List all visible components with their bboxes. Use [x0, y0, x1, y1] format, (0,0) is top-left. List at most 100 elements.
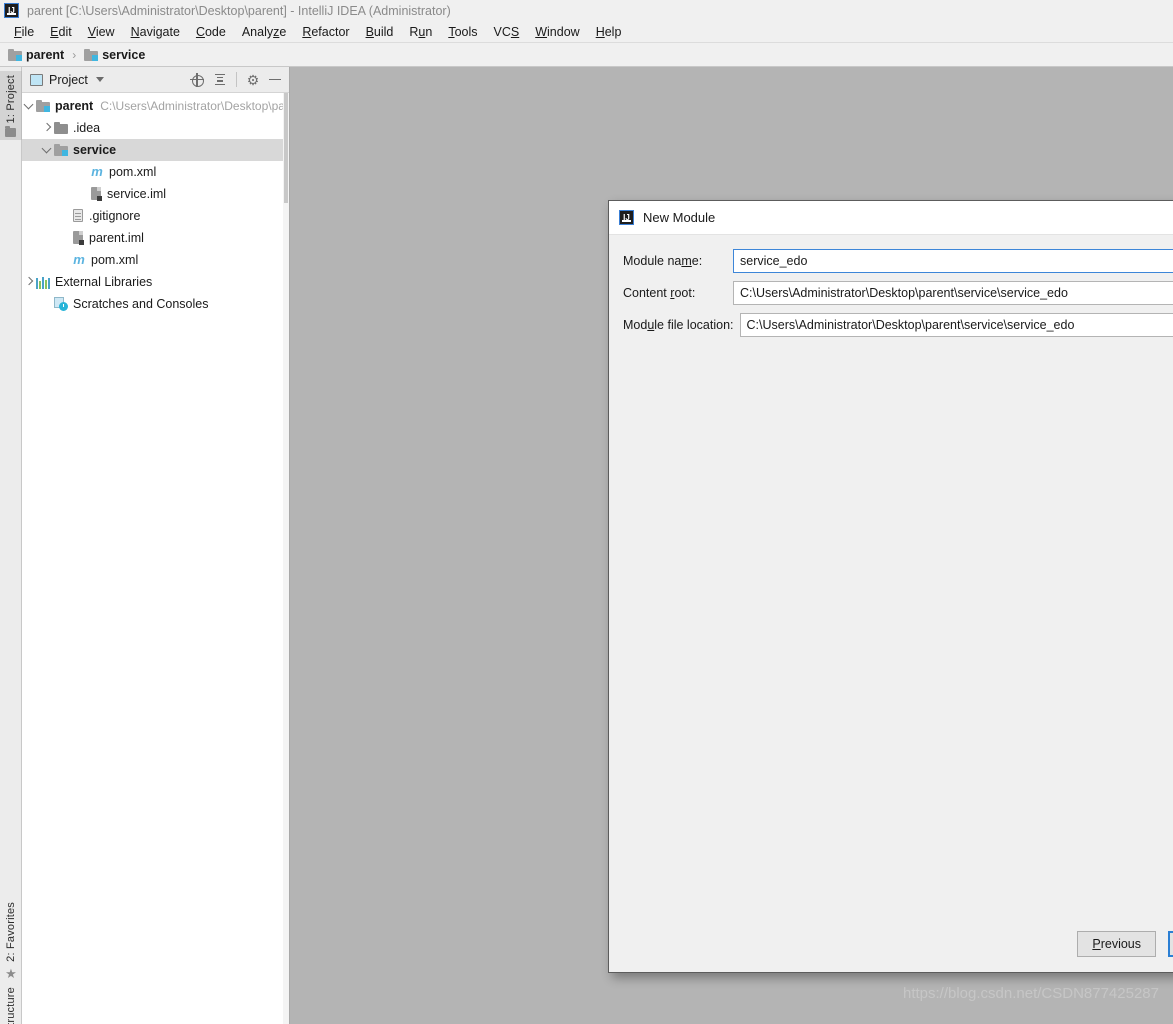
menu-item-analyze[interactable]: Analyze [234, 23, 294, 41]
tree-node-service[interactable]: service [22, 139, 289, 161]
tree-node-label: service [73, 143, 117, 157]
project-tree[interactable]: parent C:\Users\Administrator\Desktop\pa.… [22, 93, 289, 1024]
stripe-label-favorites: 2: Favorites [5, 902, 17, 962]
menu-item-edit[interactable]: Edit [42, 23, 80, 41]
tree-node-label: External Libraries [55, 275, 153, 289]
field-label-content-root: Content root: [623, 286, 696, 300]
stripe-label-project: 1: Project [4, 75, 17, 124]
chevron-right-icon[interactable] [22, 271, 36, 293]
chevron-down-icon[interactable] [22, 95, 36, 117]
tree-node-label: pom.xml [91, 253, 139, 267]
dialog-intellij-icon: IJ [619, 210, 634, 225]
menu-item-window[interactable]: Window [527, 23, 587, 41]
finish-button[interactable]: Finish [1168, 931, 1173, 957]
tree-node--idea[interactable]: .idea [22, 117, 289, 139]
menu-item-file[interactable]: File [6, 23, 42, 41]
tree-node-label: service.iml [107, 187, 167, 201]
tree-scrollbar[interactable] [283, 93, 289, 1024]
intellij-logo-icon: IJ [4, 3, 19, 18]
tree-node-scratches-and-consoles[interactable]: Scratches and Consoles [22, 293, 289, 315]
menu-item-run[interactable]: Run [401, 23, 440, 41]
stripe-button-project[interactable]: 1: Project [0, 71, 22, 141]
iml-file-icon [72, 231, 84, 245]
previous-button[interactable]: Previous [1077, 931, 1156, 957]
tree-node-external-libraries[interactable]: External Libraries [22, 271, 289, 293]
breadcrumb-separator: › [72, 47, 77, 62]
project-panel-header: Project ⚙ [22, 67, 289, 93]
menu-item-vcs[interactable]: VCS [486, 23, 528, 41]
breadcrumb-label: service [102, 47, 146, 62]
tree-node-pom-xml[interactable]: m pom.xml [22, 249, 289, 271]
tree-node-label: parent.iml [89, 231, 144, 245]
tree-node-label: .idea [73, 121, 101, 135]
file-icon [72, 209, 84, 223]
field-row-module-file-location: Module file location: C:\Users\Administra… [623, 313, 1173, 337]
new-module-dialog: IJ New Module ✕ Module name: service_edo C… [608, 200, 1173, 973]
tree-node-label: Scratches and Consoles [73, 297, 209, 311]
folder-icon [54, 122, 68, 134]
dialog-footer: PreviousFinishCancelHelp [609, 916, 1173, 972]
star-icon: ★ [5, 965, 17, 981]
stripe-button-favorites[interactable]: 2: Favorites ★ [0, 902, 22, 980]
breadcrumb: parent › service [0, 43, 1173, 67]
project-tool-window: Project ⚙ parent C:\Users\Administrator\D… [22, 67, 290, 1024]
breadcrumb-item-service[interactable]: service [84, 48, 145, 62]
editor-area: https://blog.csdn.net/CSDN877425287 IJ N… [290, 67, 1173, 1024]
gear-icon[interactable]: ⚙ [246, 73, 260, 87]
chevron-down-icon[interactable] [95, 77, 104, 82]
window-titlebar: IJ parent [C:\Users\Administrator\Deskto… [0, 0, 1173, 21]
window-title: parent [C:\Users\Administrator\Desktop\p… [27, 3, 451, 18]
stripe-label-structure: 7: Structure [5, 987, 17, 1024]
minimize-icon[interactable] [269, 78, 281, 81]
tree-node-parent-iml[interactable]: parent.iml [22, 227, 289, 249]
maven-icon: m [91, 164, 103, 179]
locate-icon[interactable] [190, 72, 204, 87]
menu-item-refactor[interactable]: Refactor [294, 23, 357, 41]
dialog-titlebar: IJ New Module ✕ [609, 201, 1173, 235]
chevron-down-icon[interactable] [40, 139, 54, 161]
field-label-module-name: Module name: [623, 254, 703, 268]
menu-item-code[interactable]: Code [188, 23, 234, 41]
tree-scrollbar-thumb[interactable] [284, 93, 288, 203]
input-value: C:\Users\Administrator\Desktop\parent\se… [746, 318, 1075, 332]
project-folder-icon [5, 126, 16, 138]
stripe-button-structure[interactable]: 7: Structure [0, 987, 22, 1024]
toolbar-divider [236, 72, 237, 87]
project-tab[interactable]: Project [30, 73, 104, 87]
menu-item-help[interactable]: Help [588, 23, 630, 41]
tree-node-parent[interactable]: parent C:\Users\Administrator\Desktop\pa [22, 95, 289, 117]
menu-item-build[interactable]: Build [358, 23, 402, 41]
tree-node-path: C:\Users\Administrator\Desktop\pa [100, 99, 285, 113]
tree-node--gitignore[interactable]: .gitignore [22, 205, 289, 227]
field-row-content-root: Content root: C:\Users\Administrator\Desk… [623, 281, 1173, 305]
module-folder-icon [8, 48, 22, 61]
dialog-body: Module name: service_edo Content root: C:\U… [609, 235, 1173, 916]
tree-node-label: .gitignore [89, 209, 141, 223]
input-module-name[interactable]: service_edo [733, 249, 1173, 273]
menu-item-navigate[interactable]: Navigate [123, 23, 188, 41]
watermark-text: https://blog.csdn.net/CSDN877425287 [902, 985, 1159, 1002]
module-folder-icon [84, 48, 99, 61]
input-value: C:\Users\Administrator\Desktop\parent\se… [740, 286, 1068, 300]
project-panel-actions: ⚙ [190, 72, 285, 87]
collapse-all-icon[interactable] [213, 73, 227, 87]
project-window-icon [30, 73, 43, 86]
field-row-module-name: Module name: service_edo [623, 249, 1173, 273]
module-folder-icon [54, 144, 68, 156]
breadcrumb-item-parent[interactable]: parent [8, 48, 64, 62]
iml-file-icon [90, 187, 102, 201]
menu-item-tools[interactable]: Tools [440, 23, 485, 41]
input-content-root[interactable]: C:\Users\Administrator\Desktop\parent\se… [733, 281, 1173, 305]
chevron-right-icon[interactable] [40, 117, 54, 139]
menu-item-view[interactable]: View [80, 23, 123, 41]
scratches-icon [54, 297, 68, 311]
tree-node-service-iml[interactable]: service.iml [22, 183, 289, 205]
input-module-file-location[interactable]: C:\Users\Administrator\Desktop\parent\se… [739, 313, 1173, 337]
tree-node-pom-xml[interactable]: m pom.xml [22, 161, 289, 183]
